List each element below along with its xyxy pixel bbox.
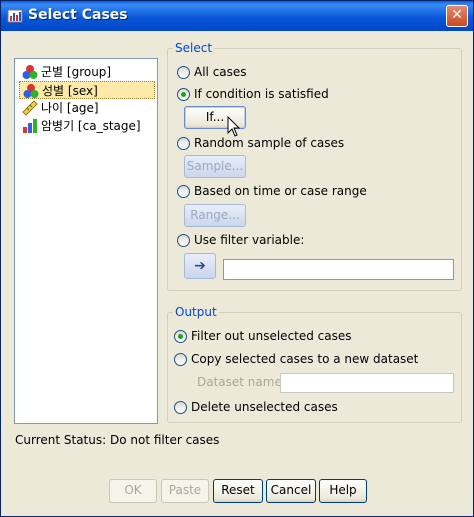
variable-label: 나이 [age] xyxy=(41,101,99,115)
variable-list[interactable]: 군별 [group] 성별 [sex] 나이 [age] 암병기 [ca_sta… xyxy=(14,58,158,424)
paste-button[interactable]: Paste xyxy=(161,479,209,503)
radio-label: Delete unselected cases xyxy=(191,400,338,414)
dataset-name-field[interactable] xyxy=(280,373,454,393)
title-bar[interactable]: Select Cases ✕ xyxy=(1,1,473,31)
select-cases-dialog: Select Cases ✕ 군별 [group] 성별 [sex] 나이 [a… xyxy=(0,0,474,517)
filter-variable-field[interactable] xyxy=(223,259,454,280)
radio-label: Copy selected cases to a new dataset xyxy=(191,352,419,366)
help-button[interactable]: Help xyxy=(319,479,367,503)
radio-filter-variable[interactable]: Use filter variable: xyxy=(177,231,304,249)
select-group-title: Select xyxy=(173,41,215,55)
move-to-filter-button[interactable]: ➔ xyxy=(184,253,216,279)
radio-label: Random sample of cases xyxy=(194,136,345,150)
radio-indicator xyxy=(177,66,190,79)
variable-label: 군별 [group] xyxy=(41,65,112,79)
cancel-button[interactable]: Cancel xyxy=(266,479,316,503)
radio-indicator xyxy=(177,234,190,247)
current-status-text: Current Status: Do not filter cases xyxy=(15,433,220,447)
close-icon: ✕ xyxy=(451,7,463,23)
radio-indicator xyxy=(177,185,190,198)
reset-button[interactable]: Reset xyxy=(213,479,263,503)
mouse-pointer-icon xyxy=(227,116,241,137)
radio-label: Filter out unselected cases xyxy=(191,329,352,343)
spss-app-icon xyxy=(7,9,23,23)
variable-label: 성별 [sex] xyxy=(42,84,98,98)
radio-filter-out[interactable]: Filter out unselected cases xyxy=(174,327,352,345)
output-group: Output Filter out unselected cases Copy … xyxy=(167,305,462,423)
radio-label: All cases xyxy=(194,65,247,79)
variable-item-age[interactable]: 나이 [age] xyxy=(19,99,155,117)
close-button[interactable]: ✕ xyxy=(446,5,468,27)
radio-copy-dataset[interactable]: Copy selected cases to a new dataset xyxy=(174,350,418,368)
variable-item-ca-stage[interactable]: 암병기 [ca_stage] xyxy=(19,117,155,135)
radio-if-condition[interactable]: If condition is satisfied xyxy=(177,85,329,103)
variable-label: 암병기 [ca_stage] xyxy=(41,119,141,133)
radio-label: Use filter variable: xyxy=(194,233,305,247)
dialog-title: Select Cases xyxy=(28,7,128,23)
variable-item-group[interactable]: 군별 [group] xyxy=(19,63,155,81)
radio-indicator xyxy=(177,88,190,101)
nominal-icon xyxy=(22,65,38,79)
radio-time-range[interactable]: Based on time or case range xyxy=(177,182,367,200)
scale-ruler-icon xyxy=(22,100,38,116)
radio-random-sample[interactable]: Random sample of cases xyxy=(177,134,344,152)
radio-indicator xyxy=(174,401,187,414)
radio-indicator xyxy=(174,330,187,343)
ordinal-bar-icon xyxy=(23,119,37,133)
arrow-right-icon: ➔ xyxy=(194,258,206,274)
radio-indicator xyxy=(177,137,190,150)
radio-label: Based on time or case range xyxy=(194,184,367,198)
select-group: Select All cases If condition is satisfi… xyxy=(167,41,462,291)
dataset-name-label: Dataset name: xyxy=(197,375,286,389)
radio-delete-unselected[interactable]: Delete unselected cases xyxy=(174,398,338,416)
radio-all-cases[interactable]: All cases xyxy=(177,63,247,81)
variable-item-sex[interactable]: 성별 [sex] xyxy=(19,81,155,99)
range-button[interactable]: Range... xyxy=(184,204,246,227)
radio-indicator xyxy=(174,353,187,366)
output-group-title: Output xyxy=(173,305,219,319)
nominal-icon xyxy=(23,84,39,98)
sample-button[interactable]: Sample... xyxy=(184,155,246,178)
radio-label: If condition is satisfied xyxy=(194,87,329,101)
ok-button[interactable]: OK xyxy=(109,479,157,503)
